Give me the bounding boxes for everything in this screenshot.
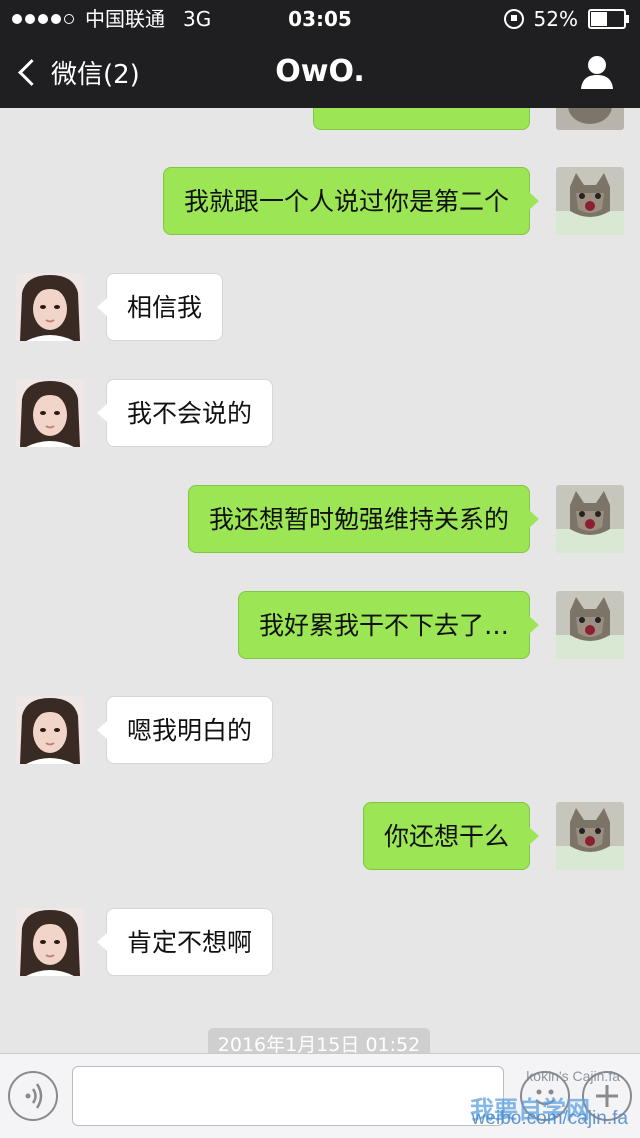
girl-avatar-image: [16, 908, 84, 976]
girl-avatar-image: [16, 273, 84, 341]
message-bubble[interactable]: 嗯我明白的: [96, 696, 274, 764]
girl-avatar-image: [16, 696, 84, 764]
voice-icon: [25, 1083, 43, 1109]
contact-avatar[interactable]: [16, 908, 84, 976]
chat-title: OwO.: [275, 54, 365, 89]
message-bubble[interactable]: 我还想暂时勉强维持关系的: [187, 485, 540, 553]
kitten-avatar-image: [556, 167, 624, 235]
person-icon: [581, 56, 613, 89]
watermark-text: kokin's Cajin.fa: [526, 1068, 620, 1084]
battery-percent: 52%: [533, 7, 578, 31]
message-bubble[interactable]: 相信我: [96, 273, 224, 341]
kitten-avatar-image: [556, 485, 624, 553]
top-bar: 中国联通 3G 03:05 52% 微信(2) OwO.: [0, 0, 640, 108]
contact-avatar[interactable]: [16, 379, 84, 447]
battery-fill: [591, 12, 607, 26]
battery-icon: [588, 9, 629, 29]
status-right: 52%: [503, 0, 629, 38]
my-avatar[interactable]: [556, 591, 624, 659]
message-bubble[interactable]: 我好累我干不下去了…: [237, 591, 540, 659]
message-bubble[interactable]: 你还想干么: [362, 802, 540, 870]
message-bubble[interactable]: 肯定不想啊: [96, 908, 274, 976]
my-avatar[interactable]: [556, 108, 624, 130]
message-timestamp: 2016年1月15日 01:52: [208, 1028, 430, 1053]
kitten-avatar-image: [556, 802, 624, 870]
girl-avatar-image: [16, 379, 84, 447]
message-bubble[interactable]: 我不会说的: [96, 379, 274, 447]
nav-bar: 微信(2) OwO.: [0, 38, 640, 108]
message-input[interactable]: [72, 1066, 504, 1126]
kitten-avatar-image: [556, 591, 624, 659]
status-bar: 中国联通 3G 03:05 52%: [0, 0, 640, 38]
voice-button[interactable]: [8, 1071, 58, 1121]
rotation-lock-icon: [503, 9, 524, 29]
message-bubble[interactable]: 这个你就说一下: [312, 108, 530, 130]
contact-avatar[interactable]: [16, 696, 84, 764]
chat-area[interactable]: 这个你就说一下 我就跟一个人说过你是第二个: [0, 108, 640, 1053]
my-avatar[interactable]: [556, 802, 624, 870]
message-bubble[interactable]: 我就跟一个人说过你是第二个: [162, 167, 540, 235]
contact-avatar[interactable]: [16, 273, 84, 341]
watermark-url: weibo.com/cajin.fa: [471, 1108, 628, 1129]
profile-button[interactable]: [580, 54, 614, 90]
my-avatar[interactable]: [556, 485, 624, 553]
my-avatar[interactable]: [556, 167, 624, 235]
